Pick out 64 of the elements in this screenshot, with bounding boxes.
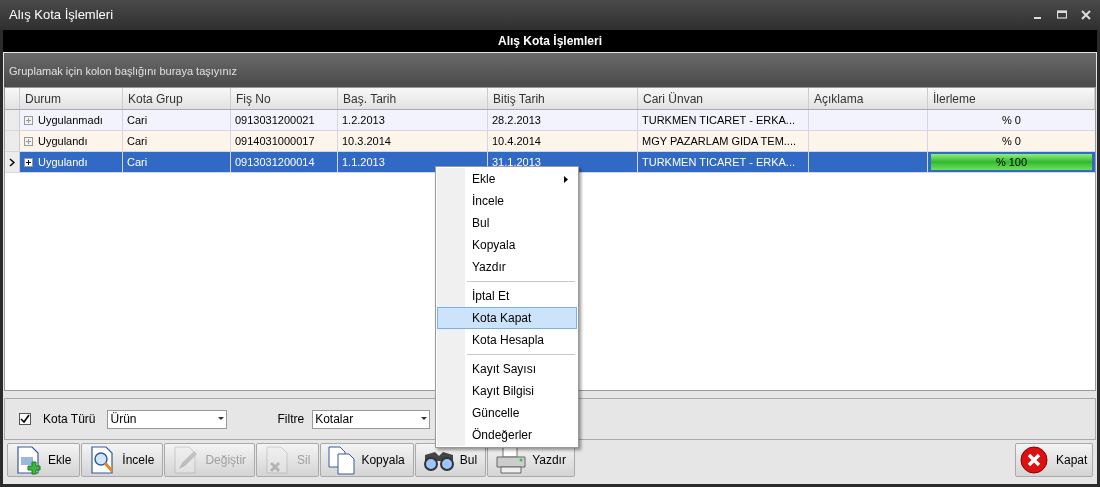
document-plus-icon	[14, 445, 44, 475]
table-cell-text: 1.1.2013	[342, 154, 385, 170]
toolbar-button[interactable]: Ekle	[7, 443, 81, 477]
window-title: Alış Kota İşlemleri	[9, 6, 115, 25]
close-icon[interactable]	[1081, 10, 1091, 20]
table-cell-text: MGY PAZARLAM GIDA TEM....	[642, 133, 797, 149]
filtre-label: Filtre	[277, 411, 305, 428]
table-cell-text: Uygulandı	[38, 154, 88, 170]
progress-text: % 0	[1001, 112, 1022, 128]
filtre-dropdown[interactable]: Kotalar	[312, 409, 431, 429]
dropdown-arrow-icon	[218, 417, 225, 421]
table-cell-text: Cari	[127, 154, 148, 170]
column-header[interactable]: Kota Grup	[123, 88, 231, 109]
column-header[interactable]: Cari Ünvan	[638, 88, 809, 109]
column-header[interactable]: İlerleme	[928, 88, 1095, 109]
close-icon	[1020, 446, 1048, 474]
table-cell-text: Cari	[127, 133, 148, 149]
table-cell-text: 0913031200014	[235, 154, 315, 170]
menu-item[interactable]: Yazdır	[437, 256, 577, 278]
kota-turu-label: Kota Türü	[43, 411, 96, 428]
kota-turu-dropdown[interactable]: Ürün	[107, 409, 228, 429]
column-header[interactable]: Durum	[20, 88, 123, 109]
submenu-arrow-icon	[564, 175, 568, 183]
row-indicator[interactable]	[5, 152, 20, 172]
menu-item[interactable]: Kayıt Sayısı	[437, 358, 577, 380]
row-pointer-icon	[9, 157, 15, 167]
toolbar-button[interactable]: Kopyala	[320, 443, 414, 477]
table-cell-text: 28.2.2013	[492, 112, 541, 128]
column-header[interactable]: Açıklama	[809, 88, 928, 109]
table-cell-text: Uygulandı	[38, 133, 88, 149]
menu-item[interactable]: Kota Kapat	[437, 307, 577, 329]
close-button[interactable]: Kapat	[1015, 443, 1093, 477]
table-cell-text: TURKMEN TICARET - ERKA...	[642, 154, 795, 170]
dropdown-arrow-icon	[421, 417, 428, 421]
table-cell-text: 0914031000017	[235, 133, 315, 149]
table-row[interactable]: Uygulandı Cari 0913031200014 1.1.2013 31.1.2013 TURKMEN TICARET - ERKA... % 100	[5, 152, 1095, 173]
menu-item[interactable]: Güncelle	[437, 402, 577, 424]
table-cell-text: 0913031200021	[235, 112, 315, 128]
table-cell-text: 10.4.2014	[492, 133, 541, 149]
progress-text: % 0	[1001, 133, 1022, 149]
group-hint: Gruplamak için kolon başlığını buraya taşıyınız	[9, 63, 238, 79]
table-cell-text: 31.1.2013	[492, 154, 541, 170]
table-cell-text: 1.2.2013	[342, 112, 385, 128]
expand-icon[interactable]	[24, 157, 33, 167]
progress-text: % 100	[994, 154, 1029, 170]
maximize-icon[interactable]	[1057, 10, 1067, 20]
table-cell-text: Cari	[127, 112, 148, 128]
column-header[interactable]: Fiş No	[231, 88, 338, 109]
menu-item[interactable]: İncele	[437, 190, 577, 212]
table-cell-text: TURKMEN TICARET - ERKA...	[642, 112, 795, 128]
menu-item[interactable]: Öndeğerler	[437, 424, 577, 446]
column-header[interactable]: Bitiş Tarih	[488, 88, 638, 109]
column-header[interactable]: Baş. Tarih	[338, 88, 488, 109]
table-cell-text: Uygulanmadı	[38, 112, 103, 128]
kota-turu-checkbox[interactable]	[19, 413, 31, 425]
menu-item[interactable]: Kopyala	[437, 234, 577, 256]
table-cell-text: 10.3.2014	[342, 133, 391, 149]
menu-item[interactable]: Kota Hesapla	[437, 329, 577, 351]
menu-item[interactable]: İptal Et	[437, 285, 577, 307]
toolbar-button[interactable]: İncele	[81, 443, 164, 477]
menu-item[interactable]: Kayıt Bilgisi	[437, 380, 577, 402]
menu-item[interactable]: Bul	[437, 212, 577, 234]
header-title: Alış Kota İşlemleri	[497, 33, 602, 50]
copy-icon	[327, 445, 358, 475]
